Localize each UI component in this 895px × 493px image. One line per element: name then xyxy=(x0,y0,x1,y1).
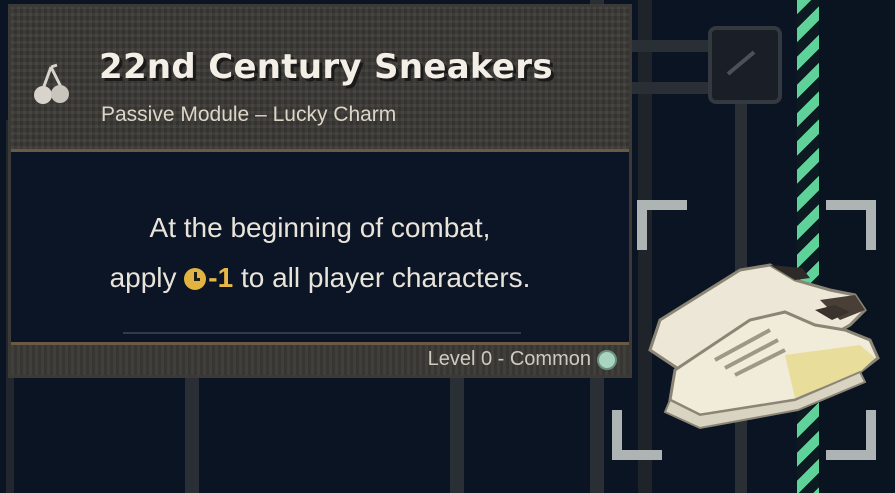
cherry-icon xyxy=(34,63,69,104)
tooltip-header: 22nd Century Sneakers Passive Module – L… xyxy=(11,7,629,152)
rarity-label-group: Level 0 - Common xyxy=(428,348,617,371)
pipe xyxy=(630,40,720,52)
clock-icon xyxy=(184,268,207,290)
description-text: apply xyxy=(109,262,177,293)
pipe xyxy=(450,378,464,493)
description-line: At the beginning of combat, xyxy=(149,212,491,243)
item-tooltip: 22nd Century Sneakers Passive Module – L… xyxy=(8,4,632,378)
sneakers-item-sprite[interactable] xyxy=(620,250,880,435)
rarity-gem-icon xyxy=(597,349,617,370)
item-subtitle: Passive Module – Lucky Charm xyxy=(101,103,397,126)
valve-icon xyxy=(708,26,782,104)
tooltip-footer: Level 0 - Common xyxy=(11,342,629,375)
description-text: to all player characters. xyxy=(240,262,531,293)
pipe xyxy=(185,378,199,493)
time-effect-value: -1 xyxy=(208,262,234,293)
selection-bracket xyxy=(637,200,687,250)
item-title: 22nd Century Sneakers xyxy=(99,47,553,87)
item-description: At the beginning of combat, apply -1 to … xyxy=(11,203,629,303)
pipe xyxy=(630,82,720,94)
description-line: apply -1 to all player characters. xyxy=(11,253,629,303)
divider xyxy=(123,332,521,334)
selection-bracket xyxy=(826,200,876,250)
rarity-label: Level 0 - Common xyxy=(427,348,591,370)
